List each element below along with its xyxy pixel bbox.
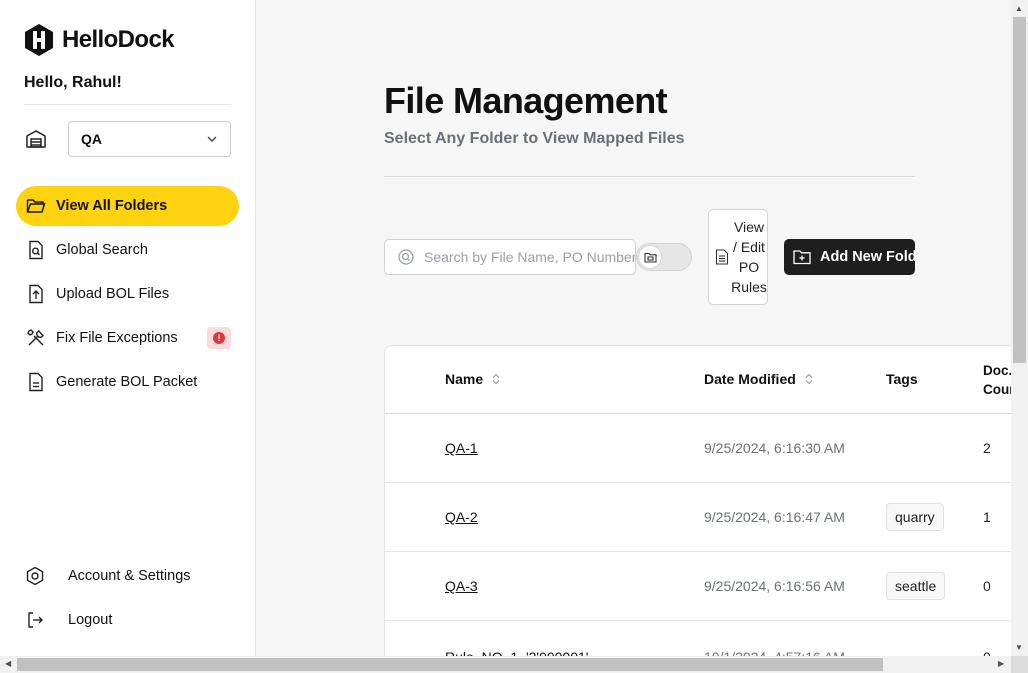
folder-link[interactable]: QA-2 bbox=[445, 509, 478, 525]
table-row: QA-3 9/25/2024, 6:16:56 AM seattle 0 bbox=[385, 552, 1028, 621]
horizontal-scrollbar[interactable]: ◀ ▶ bbox=[0, 656, 1011, 673]
folder-open-icon bbox=[26, 196, 46, 216]
scroll-down-arrow-icon[interactable]: ▼ bbox=[1015, 643, 1023, 652]
folder-icon bbox=[643, 252, 657, 263]
tag-chip: seattle bbox=[886, 572, 946, 600]
table-row: QA-2 9/25/2024, 6:16:47 AM quarry 1 bbox=[385, 483, 1028, 552]
date-modified-cell: 9/25/2024, 6:16:47 AM bbox=[704, 509, 845, 525]
sidebar-item-label: Global Search bbox=[56, 242, 148, 258]
file-upload-icon bbox=[26, 284, 46, 304]
sidebar-item-global-search[interactable]: Global Search bbox=[16, 230, 239, 270]
settings-gear-icon bbox=[24, 565, 46, 587]
sidebar: HelloDock Hello, Rahul! QA View All Fold… bbox=[0, 0, 256, 673]
scrollbar-corner bbox=[1011, 656, 1028, 673]
search-box[interactable] bbox=[384, 239, 636, 275]
scroll-left-arrow-icon[interactable]: ◀ bbox=[5, 659, 11, 668]
doc-count-cell: 1 bbox=[983, 509, 991, 525]
sort-icon bbox=[492, 373, 500, 385]
view-edit-po-rules-button[interactable]: View / Edit PO Rules bbox=[708, 209, 768, 305]
tag-chip: quarry bbox=[886, 503, 944, 531]
date-modified-cell: 9/25/2024, 6:16:56 AM bbox=[704, 578, 845, 594]
folder-plus-icon bbox=[793, 250, 811, 265]
toggle-knob bbox=[638, 245, 662, 269]
search-input[interactable] bbox=[424, 249, 635, 265]
tools-icon bbox=[26, 328, 46, 348]
account-settings-link[interactable]: Account & Settings bbox=[24, 565, 191, 587]
scroll-up-arrow-icon[interactable]: ▲ bbox=[1015, 4, 1023, 13]
sidebar-item-label: Upload BOL Files bbox=[56, 286, 170, 302]
sidebar-item-generate-bol-packet[interactable]: Generate BOL Packet bbox=[16, 362, 239, 402]
document-icon bbox=[26, 372, 46, 392]
date-modified-cell: 9/25/2024, 6:16:30 AM bbox=[704, 440, 845, 456]
table-row: Rule_NO_1_'2'000001' 10/1/2024, 4:57:16 … bbox=[385, 621, 1028, 660]
folders-table: Name Date Modified Tags Doc. Count QA-1 … bbox=[384, 345, 1028, 661]
sidebar-item-label: Fix File Exceptions bbox=[56, 330, 178, 346]
add-new-folder-label: Add New Folder bbox=[820, 249, 915, 265]
horizontal-scroll-thumb[interactable] bbox=[17, 658, 883, 671]
table-row: QA-1 9/25/2024, 6:16:30 AM 2 bbox=[385, 414, 1028, 483]
rules-document-icon bbox=[715, 249, 729, 265]
vertical-scroll-thumb[interactable] bbox=[1013, 17, 1026, 363]
page-subtitle: Select Any Folder to View Mapped Files bbox=[384, 130, 685, 147]
sidebar-divider bbox=[24, 104, 231, 105]
sidebar-item-label: View All Folders bbox=[56, 198, 168, 214]
hellodock-logo-icon bbox=[25, 24, 53, 56]
user-greeting: Hello, Rahul! bbox=[24, 74, 122, 91]
table-header: Name Date Modified Tags Doc. Count bbox=[385, 346, 1028, 414]
add-new-folder-button[interactable]: Add New Folder bbox=[784, 239, 915, 275]
scroll-right-arrow-icon[interactable]: ▶ bbox=[998, 659, 1004, 668]
sidebar-item-upload-bol-files[interactable]: Upload BOL Files bbox=[16, 274, 239, 314]
file-search-icon bbox=[26, 240, 46, 260]
brand-logo[interactable]: HelloDock bbox=[24, 24, 175, 56]
account-settings-label: Account & Settings bbox=[68, 568, 191, 584]
sidebar-item-fix-file-exceptions[interactable]: Fix File Exceptions ! bbox=[16, 318, 239, 358]
logout-link[interactable]: Logout bbox=[24, 609, 112, 631]
column-header-name[interactable]: Name bbox=[445, 371, 501, 387]
brand-name: HelloDock bbox=[62, 26, 175, 53]
logout-label: Logout bbox=[68, 612, 113, 628]
warehouse-icon bbox=[26, 130, 46, 148]
chevron-down-icon bbox=[207, 136, 217, 142]
warehouse-selected-value: QA bbox=[81, 131, 102, 147]
folder-link[interactable]: QA-1 bbox=[445, 440, 478, 456]
page-title: File Management bbox=[384, 80, 668, 121]
sidebar-item-view-all-folders[interactable]: View All Folders bbox=[16, 186, 239, 226]
search-icon bbox=[398, 249, 414, 265]
folder-link[interactable]: QA-3 bbox=[445, 578, 478, 594]
folder-view-toggle[interactable] bbox=[636, 243, 692, 271]
header-divider bbox=[384, 176, 915, 177]
logout-icon bbox=[24, 609, 46, 631]
warehouse-select[interactable]: QA bbox=[68, 121, 231, 157]
column-header-tags: Tags bbox=[886, 371, 918, 387]
vertical-scrollbar[interactable]: ▲ ▼ bbox=[1011, 0, 1028, 656]
alert-icon: ! bbox=[213, 332, 225, 344]
sort-icon bbox=[805, 373, 813, 385]
doc-count-cell: 0 bbox=[983, 578, 991, 594]
exception-badge: ! bbox=[207, 327, 231, 349]
doc-count-cell: 2 bbox=[983, 440, 991, 456]
column-header-date-modified[interactable]: Date Modified bbox=[704, 371, 814, 387]
po-rules-label: View / Edit PO Rules bbox=[731, 219, 767, 295]
sidebar-nav: View All Folders Global Search Upload BO… bbox=[16, 186, 239, 406]
sidebar-item-label: Generate BOL Packet bbox=[56, 374, 198, 390]
